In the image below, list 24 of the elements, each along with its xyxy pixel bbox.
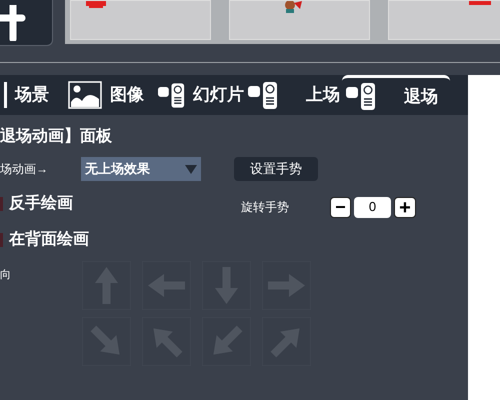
- option-label: 反手绘画: [9, 193, 73, 214]
- animation-dropdown[interactable]: 无上场效果: [81, 157, 201, 181]
- rotate-value-field[interactable]: 0: [354, 196, 391, 218]
- projector-icon: [346, 83, 376, 110]
- plus-button[interactable]: +: [394, 196, 416, 218]
- checkbox[interactable]: [0, 233, 3, 247]
- checkbox[interactable]: [0, 197, 3, 211]
- tab[interactable]: 图像: [64, 77, 154, 113]
- tab[interactable]: 幻灯片: [154, 77, 244, 113]
- image-icon: [68, 81, 102, 109]
- tab[interactable]: 场景: [0, 77, 64, 113]
- animation-label: 场动画→: [0, 161, 49, 178]
- direction-label: 向: [0, 268, 12, 283]
- dropdown-arrow-icon: [185, 164, 197, 174]
- minus-button[interactable]: −: [330, 196, 351, 218]
- add-button[interactable]: [0, 0, 53, 46]
- plus-icon: [0, 4, 26, 40]
- projector-icon: [158, 82, 185, 108]
- tab[interactable]: 上场: [244, 77, 342, 113]
- projector-icon: [248, 82, 278, 108]
- rotate-label: 旋转手势: [241, 199, 290, 216]
- set-gesture-button[interactable]: 设置手势: [234, 157, 318, 181]
- option-label: 在背面绘画: [9, 229, 89, 250]
- panel-title: 退场动画】面板: [0, 126, 113, 147]
